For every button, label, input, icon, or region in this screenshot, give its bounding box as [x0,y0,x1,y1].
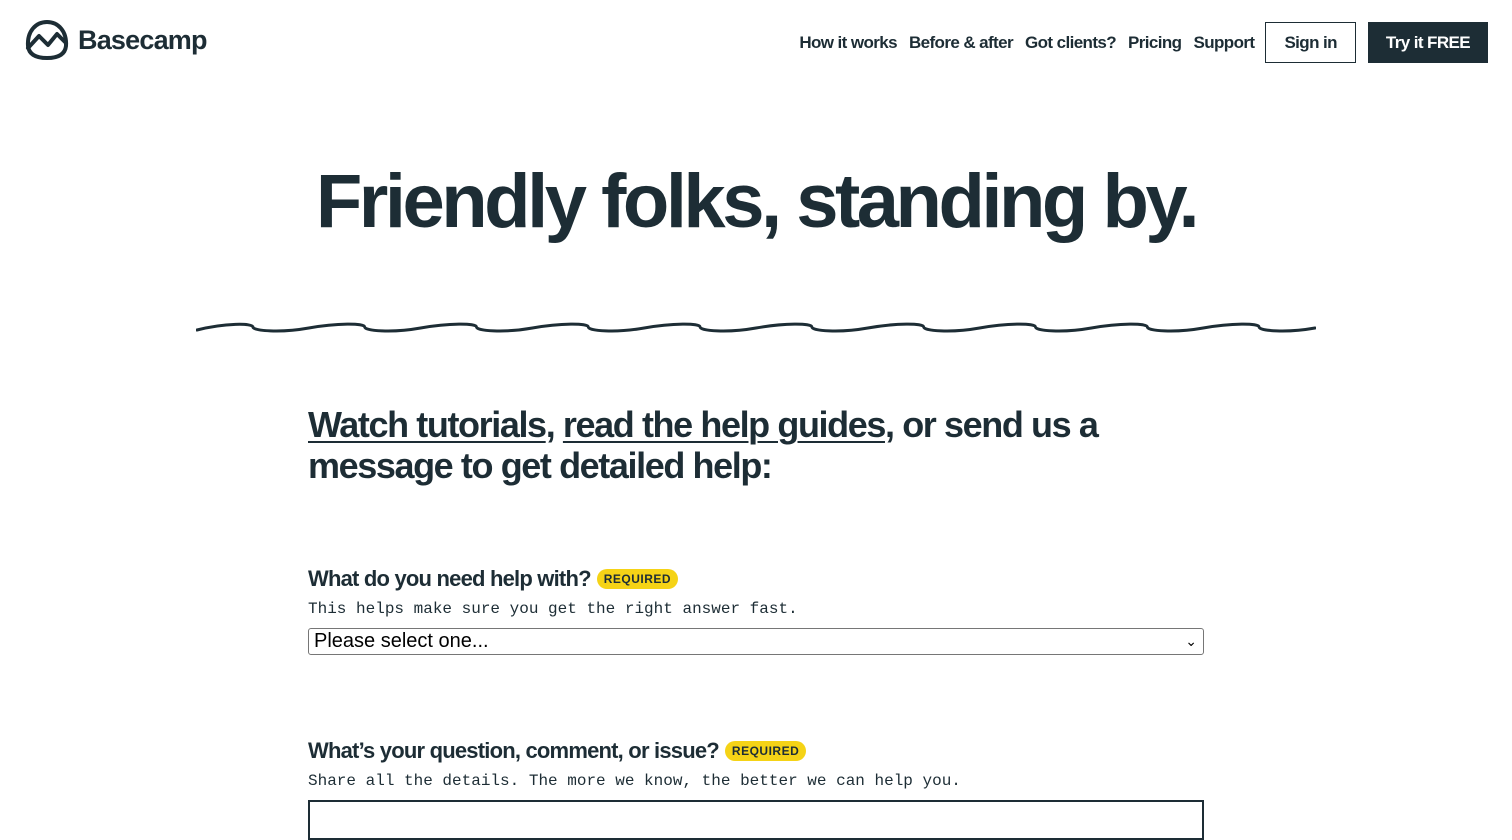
basecamp-logo-icon [25,20,69,60]
nav-support[interactable]: Support [1193,33,1255,53]
nav-how-it-works[interactable]: How it works [799,33,897,53]
question-hint: Share all the details. The more we know,… [308,772,961,790]
topic-label-text: What do you need help with? [308,566,592,591]
topic-hint: This helps make sure you get the right a… [308,600,798,618]
help-guides-link[interactable]: read the help guides [563,404,886,445]
nav-before-after[interactable]: Before & after [909,33,1014,53]
question-textarea[interactable] [308,800,1204,840]
topic-select-value: Please select one... [314,630,489,652]
sign-in-button[interactable]: Sign in [1265,22,1356,63]
intro-text: Watch tutorials, read the help guides, o… [308,404,1208,486]
page-title: Friendly folks, standing by. [315,159,1200,244]
basecamp-logo-link[interactable]: Basecamp [24,19,207,61]
wavy-divider [196,322,1316,333]
intro-separator: , [545,404,563,445]
topic-field: What do you need help with? REQUIRED Thi… [308,564,1204,655]
try-free-button[interactable]: Try it FREE [1367,22,1488,63]
nav-got-clients[interactable]: Got clients? [1025,33,1117,53]
nav-pricing[interactable]: Pricing [1128,33,1182,53]
logo-wordmark: Basecamp [78,24,207,55]
topic-label: What do you need help with? REQUIRED [308,564,1204,594]
main-nav: How it works Before & after Got clients?… [787,22,1488,63]
required-badge: REQUIRED [596,569,679,589]
site-header: Basecamp How it works Before & after Got… [0,0,1512,86]
question-field: What’s your question, comment, or issue?… [308,736,1204,840]
question-label-text: What’s your question, comment, or issue? [308,738,720,763]
required-badge: REQUIRED [724,741,807,761]
watch-tutorials-link[interactable]: Watch tutorials [308,404,547,445]
question-label: What’s your question, comment, or issue?… [308,736,1204,766]
topic-select[interactable]: Please select one... ⌄ [308,628,1204,655]
chevron-down-icon: ⌄ [1185,633,1197,649]
